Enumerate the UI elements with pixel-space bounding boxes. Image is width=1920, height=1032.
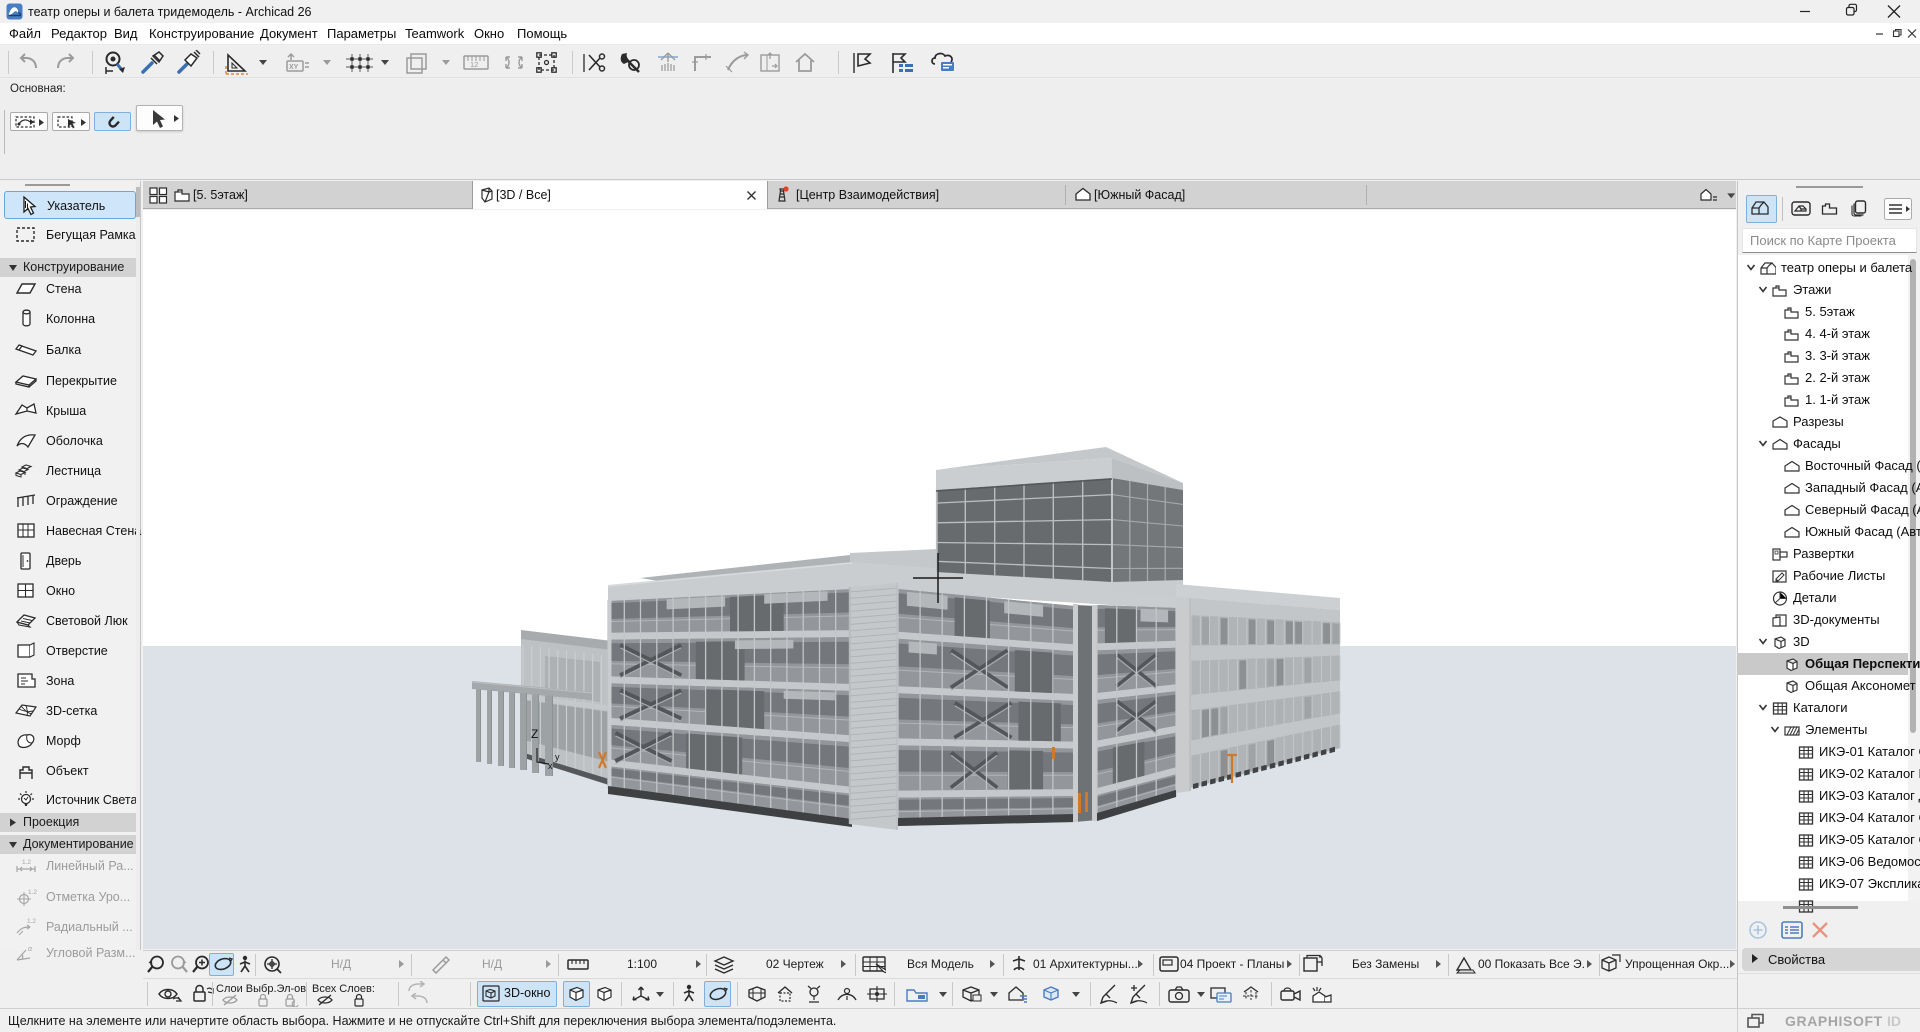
svg-text:1.2: 1.2 [28,889,37,896]
svg-text:y: y [555,752,560,762]
svg-text:Z: Z [531,727,538,741]
svg-text:x: x [548,761,553,771]
svg-text:1.2: 1.2 [22,859,31,866]
svg-text:XY: XY [289,64,299,71]
svg-text:1.2: 1.2 [27,918,36,925]
svg-text:α: α [28,946,33,953]
svg-text:12: 12 [470,60,478,69]
